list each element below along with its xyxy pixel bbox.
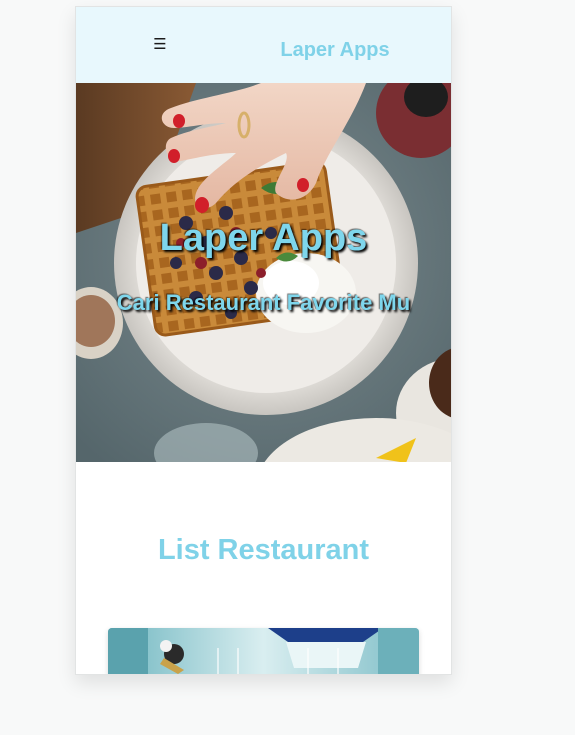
restaurant-card-image: [108, 628, 419, 674]
hero-section: Laper Apps Cari Restaurant Favorite Mu: [76, 83, 451, 462]
hero-subtitle: Cari Restaurant Favorite Mu: [116, 290, 411, 315]
hamburger-menu-button[interactable]: ☰: [148, 34, 172, 56]
hero-image: [76, 83, 451, 462]
section-title-list-restaurant: List Restaurant: [157, 534, 370, 566]
menu-icon: ☰: [153, 36, 167, 53]
restaurant-card[interactable]: [108, 628, 419, 674]
app-title[interactable]: Laper Apps: [260, 39, 410, 62]
hero-title: Laper Apps: [159, 217, 368, 259]
app-bar: ☰ Laper Apps: [76, 7, 451, 83]
app-viewport: ☰ Laper Apps Laper Apps Cari Restaurant …: [75, 6, 452, 675]
